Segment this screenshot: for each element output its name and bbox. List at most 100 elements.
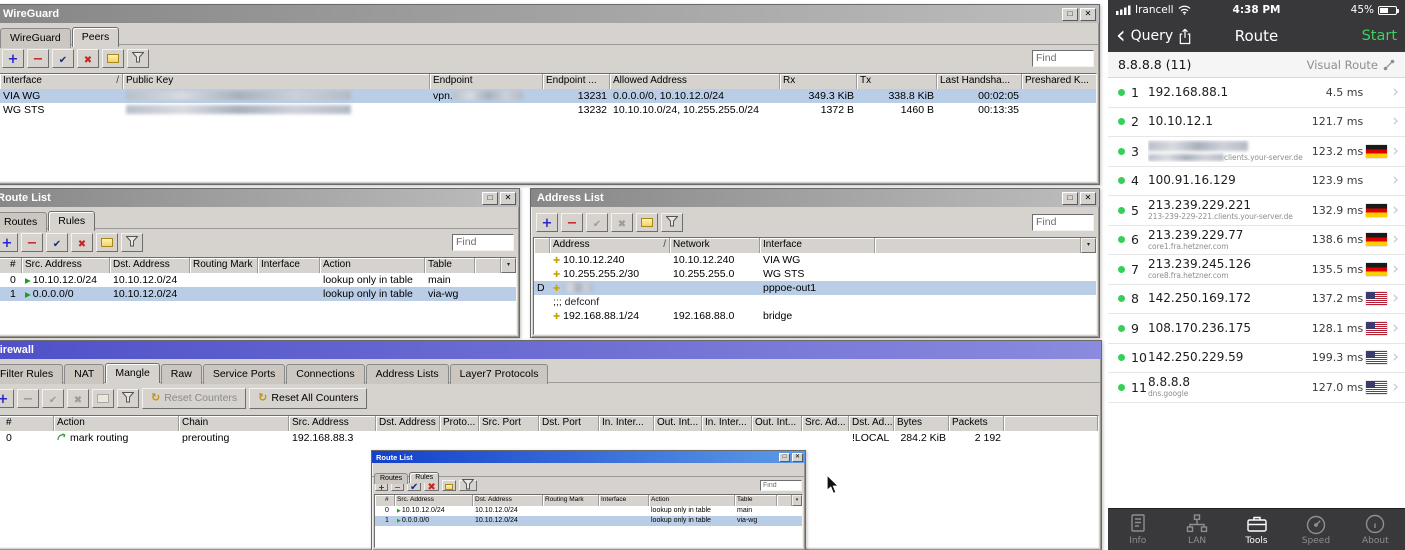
column-chooser-dropdown[interactable]: ▾	[792, 495, 802, 506]
column-header[interactable]: Dst. Address	[110, 258, 190, 273]
route-list-titlebar[interactable]: Route List □ ✕	[0, 189, 519, 207]
address-row[interactable]: D ✚ pppoe-out1	[534, 281, 1096, 295]
disable-button[interactable]: ✖	[67, 388, 89, 408]
comment-button[interactable]	[102, 48, 124, 68]
find-input[interactable]	[452, 233, 514, 251]
close-button[interactable]: ✕	[500, 191, 516, 205]
filter-button[interactable]	[661, 212, 683, 232]
remove-button[interactable]: −	[17, 388, 39, 408]
route-rule-row[interactable]: 1▶0.0.0.0/010.10.12.0/24lookup only in t…	[0, 287, 516, 301]
close-button[interactable]: ✕	[792, 452, 803, 462]
column-header[interactable]: Src. Port	[479, 416, 539, 431]
add-button[interactable]: +	[0, 232, 18, 252]
remove-button[interactable]: −	[27, 48, 49, 68]
hop-row[interactable]: 3 clients.your-server.de 123.2 ms ›	[1108, 137, 1405, 167]
route-rule-row[interactable]: 1▶0.0.0.0/010.10.12.0/24lookup only in t…	[375, 516, 802, 526]
add-button[interactable]: +	[0, 388, 14, 408]
hop-row[interactable]: 9 108.170.236.175 128.1 ms ›	[1108, 314, 1405, 344]
tab-connections[interactable]: Connections	[286, 364, 365, 384]
disable-button[interactable]: ✖	[77, 48, 99, 68]
comment-button[interactable]	[96, 232, 118, 252]
hop-row[interactable]: 2 10.10.12.1 121.7 ms ›	[1108, 108, 1405, 137]
mangle-rule-row[interactable]: 0 mark routing prerouting 192.168.88.3 !LOCA…	[0, 431, 1098, 445]
column-header[interactable]: Src. Ad...	[802, 416, 849, 431]
tab-routes[interactable]: Routes	[0, 212, 48, 232]
disable-button[interactable]: ✖	[71, 232, 93, 252]
column-header[interactable]: Table	[735, 495, 777, 506]
reset-counters-button[interactable]: ↻ Reset Counters	[142, 387, 247, 409]
tab-speed[interactable]: Speed	[1286, 509, 1345, 550]
filter-button[interactable]	[458, 479, 477, 491]
column-header[interactable]: Interface	[258, 258, 320, 273]
column-header[interactable]: In. Inter...	[702, 416, 752, 431]
hop-row[interactable]: 5 213.239.229.221 213-239-229-221.clients.…	[1108, 196, 1405, 226]
column-header[interactable]: Public Key	[123, 74, 430, 89]
share-icon[interactable]	[1178, 28, 1192, 45]
address-list-titlebar[interactable]: Address List □ ✕	[531, 189, 1099, 207]
column-header[interactable]: Preshared K...	[1022, 74, 1096, 89]
tab-rules[interactable]: Rules	[409, 472, 440, 483]
column-header[interactable]: #	[0, 258, 22, 273]
column-header[interactable]: Interface /	[0, 74, 123, 89]
reset-all-counters-button[interactable]: ↻ Reset All Counters	[249, 387, 368, 409]
address-row[interactable]: ✚ 10.10.12.240 10.10.12.240 VIA WG	[534, 253, 1096, 267]
filter-button[interactable]	[127, 48, 149, 68]
column-header[interactable]: #	[375, 495, 395, 506]
column-header[interactable]: Dst. Ad...	[849, 416, 894, 431]
enable-button[interactable]: ✔	[586, 212, 608, 232]
column-header[interactable]: Allowed Address	[610, 74, 780, 89]
tab-mangle[interactable]: Mangle	[105, 363, 160, 383]
filter-button[interactable]	[117, 388, 139, 408]
visual-route-button[interactable]: Visual Route	[1307, 58, 1395, 72]
column-header[interactable]: Action	[649, 495, 735, 506]
hop-row[interactable]: 4 100.91.16.129 123.9 ms ›	[1108, 167, 1405, 196]
maximize-button[interactable]: □	[779, 452, 790, 462]
find-input[interactable]	[760, 480, 802, 491]
column-header[interactable]: In. Inter...	[599, 416, 654, 431]
column-header[interactable]: Action	[54, 416, 179, 431]
column-header[interactable]: Out. Int...	[752, 416, 802, 431]
tab-about[interactable]: About	[1346, 509, 1405, 550]
add-button[interactable]: +	[536, 212, 558, 232]
add-button[interactable]: +	[2, 48, 24, 68]
column-header[interactable]: Routing Mark	[190, 258, 258, 273]
tab-wireguard[interactable]: WireGuard	[0, 28, 71, 48]
comment-button[interactable]	[92, 388, 114, 408]
find-input[interactable]	[1032, 49, 1094, 67]
column-chooser-dropdown[interactable]: ▾	[1081, 238, 1096, 253]
hop-row[interactable]: 10 142.250.229.59 199.3 ms ›	[1108, 344, 1405, 373]
column-header[interactable]: Endpoint ...	[543, 74, 610, 89]
address-row[interactable]: ✚ 10.255.255.2/30 10.255.255.0 WG STS	[534, 267, 1096, 281]
column-header[interactable]: Src. Address	[395, 495, 473, 506]
column-header[interactable]: Interface	[599, 495, 649, 506]
column-header[interactable]: Src. Address	[22, 258, 110, 273]
disable-button[interactable]: ✖	[611, 212, 633, 232]
column-header[interactable]: Dst. Address	[473, 495, 543, 506]
wireguard-titlebar[interactable]: WireGuard □ ✕	[0, 5, 1099, 23]
route-rule-row[interactable]: 0▶10.10.12.0/2410.10.12.0/24lookup only …	[0, 273, 516, 287]
tab-address-lists[interactable]: Address Lists	[365, 364, 449, 384]
tab-service-ports[interactable]: Service Ports	[202, 364, 286, 384]
firewall-titlebar[interactable]: Firewall	[0, 341, 1101, 359]
maximize-button[interactable]: □	[1062, 191, 1078, 205]
hop-row[interactable]: 8 142.250.169.172 137.2 ms ›	[1108, 285, 1405, 314]
maximize-button[interactable]: □	[482, 191, 498, 205]
address-comment-row[interactable]: ;;; defconf	[534, 295, 1096, 309]
tab-nat[interactable]: NAT	[64, 364, 105, 384]
route-list-popup-titlebar[interactable]: Route List □ ✕	[372, 451, 805, 463]
column-header[interactable]: Bytes	[894, 416, 949, 431]
close-button[interactable]: ✕	[1080, 7, 1096, 21]
column-header[interactable]: Interface	[760, 238, 875, 253]
enable-button[interactable]: ✔	[52, 48, 74, 68]
column-header[interactable]: Out. Int...	[654, 416, 702, 431]
column-header[interactable]	[534, 238, 550, 253]
hop-row[interactable]: 1 192.168.88.1 4.5 ms ›	[1108, 78, 1405, 108]
tab-layer7-protocols[interactable]: Layer7 Protocols	[449, 364, 549, 384]
column-header[interactable]: #	[0, 416, 54, 431]
maximize-button[interactable]: □	[1062, 7, 1078, 21]
tab-tools[interactable]: Tools	[1227, 509, 1286, 550]
column-header[interactable]: Routing Mark	[543, 495, 599, 506]
tab-peers[interactable]: Peers	[71, 27, 120, 47]
start-button[interactable]: Start	[1362, 28, 1397, 44]
comment-button[interactable]	[441, 480, 456, 491]
